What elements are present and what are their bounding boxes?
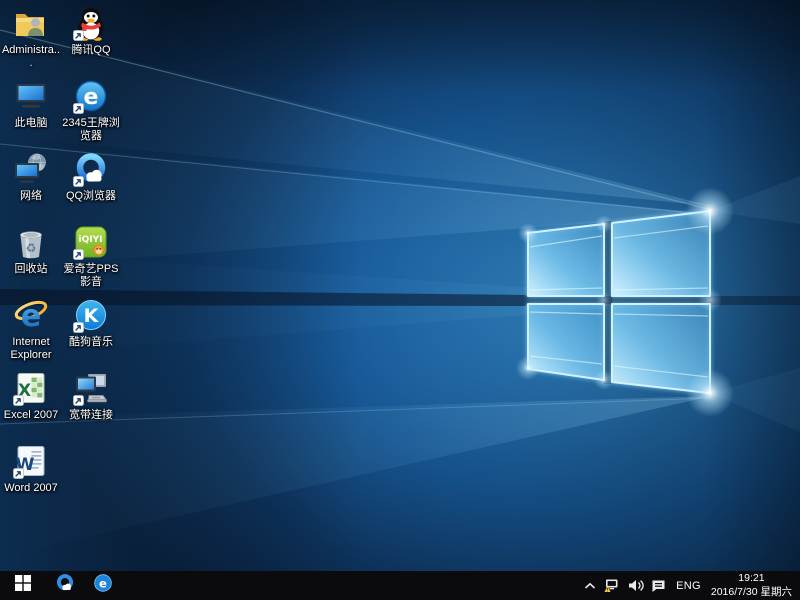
shortcut-arrow-icon xyxy=(73,176,84,187)
clock-time: 19:21 xyxy=(711,572,792,585)
windows-start-icon xyxy=(15,575,31,596)
desktop-icon-broadband-connection[interactable]: 宽带连接 xyxy=(61,370,121,442)
network-warning-icon[interactable] xyxy=(601,571,624,600)
iqiyi-pps-icon: iQIYI xyxy=(73,224,109,260)
icon-label: Internet Explorer xyxy=(1,336,61,362)
this-pc-icon xyxy=(13,78,49,114)
taskbar-item-2345-browser[interactable]: e xyxy=(84,571,122,600)
taskbar: e xyxy=(0,571,800,600)
svg-text:K: K xyxy=(84,305,100,327)
icon-label: 爱奇艺PPS 影音 xyxy=(61,263,121,289)
icon-label: Word 2007 xyxy=(4,482,58,495)
icon-label: Excel 2007 xyxy=(4,409,58,422)
volume-icon[interactable] xyxy=(624,571,647,600)
2345-browser-taskbar-icon: e xyxy=(93,573,113,598)
svg-text:e: e xyxy=(84,85,99,110)
svg-text:♻: ♻ xyxy=(26,241,37,255)
desktop-icon-excel-2007[interactable]: X Excel 2007 xyxy=(1,370,61,442)
svg-text:e: e xyxy=(99,576,107,590)
shortcut-arrow-icon xyxy=(13,468,24,479)
icon-label: 宽带连接 xyxy=(69,409,113,422)
word-2007-icon: W xyxy=(13,443,49,479)
recycle-bin-icon: ♻ xyxy=(13,224,49,260)
desktop-icon-word-2007[interactable]: W Word 2007 xyxy=(1,443,61,515)
administrator-folder-icon xyxy=(13,5,49,41)
icon-label: 酷狗音乐 xyxy=(69,336,113,349)
icon-label: QQ浏览器 xyxy=(66,190,116,203)
desktop-icon-internet-explorer[interactable]: e Internet Explorer xyxy=(1,297,61,369)
clock-date: 2016/7/30 星期六 xyxy=(711,586,792,599)
desktop-icon-recycle-bin[interactable]: ♻ 回收站 xyxy=(1,224,61,296)
desktop: Administra... 腾讯QQ xyxy=(0,0,800,600)
desktop-icon-kugou-music[interactable]: K 酷狗音乐 xyxy=(61,297,121,369)
excel-2007-icon: X xyxy=(13,370,49,406)
shortcut-arrow-icon xyxy=(73,395,84,406)
icon-label: Administra... xyxy=(1,44,61,70)
desktop-icon-this-pc[interactable]: 此电脑 xyxy=(1,78,61,150)
desktop-icon-iqiyi-pps[interactable]: iQIYI 爱奇艺PPS 影音 xyxy=(61,224,121,296)
language-indicator[interactable]: ENG xyxy=(670,580,707,592)
shortcut-arrow-icon xyxy=(73,103,84,114)
svg-text:iQIYI: iQIYI xyxy=(79,235,103,245)
broadband-connection-icon xyxy=(73,370,109,406)
shortcut-arrow-icon xyxy=(13,395,24,406)
desktop-icon-network[interactable]: 网络 xyxy=(1,151,61,223)
desktop-icon-qq-browser[interactable]: QQ浏览器 xyxy=(61,151,121,223)
network-globe-icon xyxy=(13,151,49,187)
icon-label: 2345王牌浏览器 xyxy=(61,117,121,143)
icon-label: 腾讯QQ xyxy=(71,44,110,57)
desktop-icon-tencent-qq[interactable]: 腾讯QQ xyxy=(61,5,121,77)
shortcut-arrow-icon xyxy=(73,30,84,41)
icon-label: 回收站 xyxy=(15,263,48,276)
2345-browser-icon: e xyxy=(73,78,109,114)
desktop-icon-2345-browser[interactable]: e 2345王牌浏览器 xyxy=(61,78,121,150)
internet-explorer-icon: e xyxy=(13,297,49,333)
taskbar-item-qq-browser[interactable] xyxy=(46,571,84,600)
qq-browser-icon xyxy=(73,151,109,187)
system-tray: ENG 19:21 2016/7/30 星期六 xyxy=(578,571,800,600)
qq-browser-taskbar-icon xyxy=(55,573,75,598)
clock[interactable]: 19:21 2016/7/30 星期六 xyxy=(707,572,800,598)
kugou-music-icon: K xyxy=(73,297,109,333)
shortcut-arrow-icon xyxy=(73,322,84,333)
svg-text:e: e xyxy=(21,299,41,333)
action-center-icon[interactable] xyxy=(647,571,670,600)
start-button[interactable] xyxy=(0,571,46,600)
icon-label: 网络 xyxy=(20,190,42,203)
desktop-icon-administrator[interactable]: Administra... xyxy=(1,5,61,77)
icon-label: 此电脑 xyxy=(15,117,48,130)
hidden-icons-chevron[interactable] xyxy=(578,571,601,600)
shortcut-arrow-icon xyxy=(73,249,84,260)
qq-penguin-icon xyxy=(73,5,109,41)
